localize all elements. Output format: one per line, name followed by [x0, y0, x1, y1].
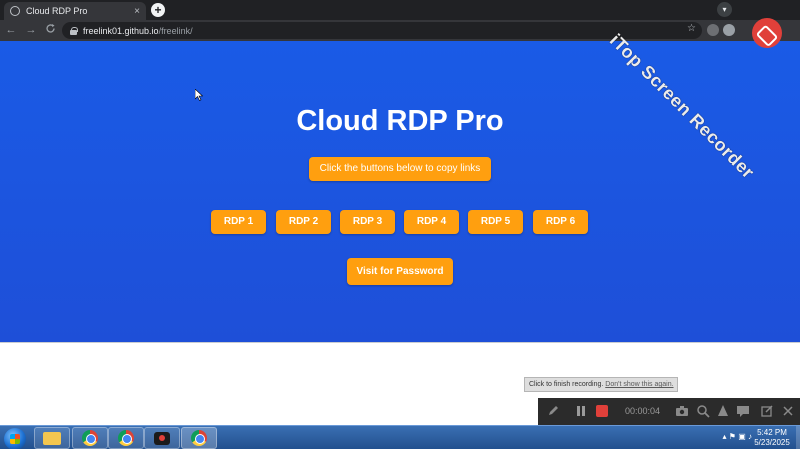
system-clock[interactable]: 5:42 PM 5/23/2025: [750, 428, 794, 448]
browser-tab[interactable]: Cloud RDP Pro ×: [4, 2, 146, 20]
recording-tooltip-text: Click to finish recording.: [529, 381, 604, 388]
url-path: /freelink/: [158, 25, 193, 36]
recording-toolbar: 00:00:04: [538, 398, 800, 425]
comment-icon[interactable]: [736, 404, 750, 418]
forward-button[interactable]: →: [24, 23, 38, 37]
system-tray[interactable]: ▴ ⚑ ▣ ♪: [723, 432, 752, 441]
extension-icon[interactable]: [707, 24, 719, 36]
new-tab-button[interactable]: +: [151, 3, 165, 17]
close-icon[interactable]: [781, 404, 795, 418]
rdp-3-button[interactable]: RDP 3: [340, 210, 395, 234]
copy-links-hint-button[interactable]: Click the buttons below to copy links: [309, 157, 491, 181]
camera-icon[interactable]: [675, 404, 689, 418]
page-divider: [0, 342, 800, 343]
flag-icon[interactable]: ⚑: [729, 432, 736, 441]
profile-avatar[interactable]: [723, 24, 735, 36]
clock-date: 5/23/2025: [754, 438, 790, 447]
url-host: freelink01.github.io: [83, 25, 159, 36]
mouse-cursor-icon: [194, 88, 204, 106]
rdp-6-button[interactable]: RDP 6: [533, 210, 588, 234]
address-bar[interactable]: freelink01.github.io/freelink/ ☆: [62, 22, 702, 39]
browser-tab-strip: Cloud RDP Pro × + ▾: [0, 0, 800, 20]
reload-icon: [45, 24, 55, 33]
network-icon[interactable]: ▣: [738, 432, 746, 441]
browser-toolbar: ← → freelink01.github.io/freelink/ ☆: [0, 20, 800, 41]
taskbar-chrome-3[interactable]: [181, 427, 217, 449]
zoom-icon[interactable]: [696, 404, 710, 418]
recording-timer: 00:00:04: [625, 406, 661, 416]
reload-button[interactable]: [43, 23, 57, 37]
visit-for-password-button[interactable]: Visit for Password: [347, 258, 453, 285]
back-button[interactable]: ←: [4, 23, 18, 37]
rdp-4-button[interactable]: RDP 4: [404, 210, 459, 234]
bookmark-star-icon[interactable]: ☆: [687, 23, 696, 34]
clock-time: 5:42 PM: [757, 428, 787, 437]
hero-section: Cloud RDP Pro Click the buttons below to…: [0, 41, 800, 342]
taskbar-file-explorer[interactable]: [34, 427, 70, 449]
folder-icon: [43, 431, 61, 445]
tab-close-icon[interactable]: ×: [134, 6, 140, 17]
windows-taskbar: ▴ ⚑ ▣ ♪ 5:42 PM 5/23/2025: [0, 425, 800, 449]
rdp-1-button[interactable]: RDP 1: [211, 210, 266, 234]
chrome-icon: [118, 430, 134, 446]
recording-tooltip: Click to finish recording. Don't show th…: [524, 377, 678, 392]
globe-icon: [10, 6, 20, 16]
tab-search-chevron-icon[interactable]: ▾: [717, 2, 732, 17]
taskbar-chrome-1[interactable]: [72, 427, 108, 449]
stop-record-icon[interactable]: [595, 404, 609, 418]
pen-icon[interactable]: [546, 404, 560, 418]
watermark-icon[interactable]: [716, 404, 730, 418]
edit-icon[interactable]: [760, 404, 774, 418]
recorder-icon: [154, 431, 170, 445]
rdp-5-button[interactable]: RDP 5: [468, 210, 523, 234]
start-button[interactable]: [4, 428, 26, 449]
tray-arrow-icon[interactable]: ▴: [723, 432, 727, 441]
dont-show-again-link[interactable]: Don't show this again.: [605, 381, 673, 388]
chrome-icon: [82, 430, 98, 446]
pause-icon[interactable]: [574, 404, 588, 418]
taskbar-screen-recorder[interactable]: [144, 427, 180, 449]
chrome-icon: [191, 430, 207, 446]
taskbar-chrome-2[interactable]: [108, 427, 144, 449]
lock-icon: [70, 26, 78, 35]
tab-title: Cloud RDP Pro: [26, 6, 88, 16]
rdp-2-button[interactable]: RDP 2: [276, 210, 331, 234]
show-desktop-button[interactable]: [796, 426, 800, 449]
